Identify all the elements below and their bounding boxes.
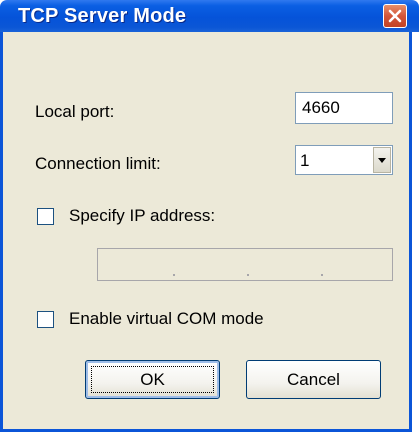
cancel-button[interactable]: Cancel [246,360,381,399]
dropdown-arrow-button[interactable] [373,147,391,173]
cancel-button-label: Cancel [287,369,340,389]
dialog-client-area: Local port: Connection limit: 1 Specify … [3,32,409,429]
ip-separator-dot [173,274,175,276]
local-port-label: Local port: [35,102,115,121]
specify-ip-label[interactable]: Specify IP address: [69,206,215,226]
virtual-com-label[interactable]: Enable virtual COM mode [69,309,264,329]
virtual-com-checkbox[interactable] [37,311,54,328]
connection-limit-value: 1 [300,151,310,170]
title-bar[interactable]: TCP Server Mode [0,0,419,32]
connection-limit-select[interactable]: 1 [295,145,393,175]
ip-address-field[interactable] [97,248,393,281]
ip-separator-dot [247,274,249,276]
window-title: TCP Server Mode [18,5,187,27]
local-port-input[interactable] [295,92,393,124]
connection-limit-label: Connection limit: [35,154,161,173]
focus-rectangle [91,366,214,393]
ip-separator-dot [321,274,323,276]
close-button[interactable] [383,4,407,28]
close-icon [388,9,402,23]
tcp-server-mode-dialog: TCP Server Mode Local port: Connection l… [0,0,419,432]
window-frame-right [409,32,419,432]
chevron-down-icon [378,158,386,163]
ok-button[interactable]: OK [85,360,220,399]
specify-ip-checkbox[interactable] [37,208,54,225]
